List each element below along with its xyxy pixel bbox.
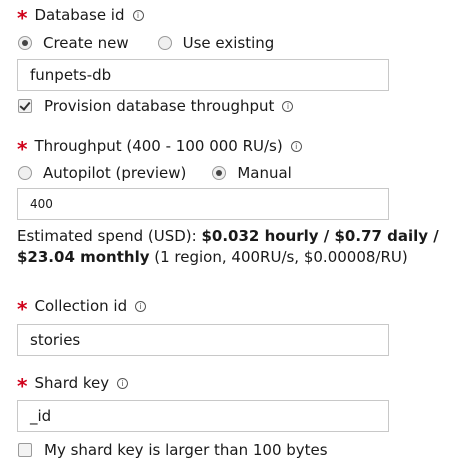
spend-suffix: (1 region, 400RU/s, $0.00008/RU)	[149, 248, 408, 266]
autopilot-label[interactable]: Autopilot (preview)	[43, 164, 186, 182]
info-icon[interactable]: i	[132, 9, 144, 21]
provision-throughput-row: Provision database throughput i	[18, 97, 294, 115]
large-shard-key-label[interactable]: My shard key is larger than 100 bytes	[44, 441, 328, 459]
use-existing-label[interactable]: Use existing	[183, 34, 275, 52]
database-mode-radio-group: Create new Use existing	[18, 34, 274, 52]
throughput-label: Throughput (400 - 100 000 RU/s)	[34, 137, 283, 155]
database-id-input[interactable]: funpets-db	[17, 59, 389, 91]
database-id-label: Database id	[34, 6, 125, 24]
manual-radio[interactable]	[212, 166, 227, 180]
info-icon[interactable]: i	[117, 377, 129, 389]
shard-key-label-row: * Shard key i	[17, 374, 129, 398]
shard-key-input[interactable]: _id	[17, 400, 389, 432]
throughput-mode-radio-group: Autopilot (preview) Manual	[18, 164, 292, 182]
manual-label[interactable]: Manual	[237, 164, 292, 182]
throughput-label-row: * Throughput (400 - 100 000 RU/s) i	[17, 137, 302, 161]
required-asterisk: *	[17, 374, 28, 398]
large-shard-key-row: My shard key is larger than 100 bytes	[18, 441, 328, 459]
create-new-radio[interactable]	[18, 36, 32, 50]
provision-throughput-label[interactable]: Provision database throughput	[44, 97, 274, 115]
required-asterisk: *	[17, 137, 28, 161]
shard-key-label: Shard key	[34, 374, 110, 392]
create-new-label[interactable]: Create new	[43, 34, 129, 52]
collection-id-label-row: * Collection id i	[17, 297, 147, 321]
provision-throughput-checkbox[interactable]	[18, 99, 32, 113]
info-icon[interactable]: i	[282, 100, 294, 112]
database-id-label-row: * Database id i	[17, 6, 144, 30]
info-icon[interactable]: i	[290, 140, 302, 152]
throughput-input[interactable]: 400	[17, 188, 389, 220]
required-asterisk: *	[17, 6, 28, 30]
large-shard-key-checkbox[interactable]	[18, 443, 32, 457]
collection-id-label: Collection id	[34, 297, 128, 315]
spend-prefix: Estimated spend (USD):	[17, 227, 202, 245]
collection-id-input[interactable]: stories	[17, 324, 389, 356]
info-icon[interactable]: i	[135, 300, 147, 312]
use-existing-radio[interactable]	[157, 36, 172, 50]
estimated-spend-text: Estimated spend (USD): $0.032 hourly / $…	[17, 226, 469, 268]
autopilot-radio[interactable]	[18, 166, 32, 180]
required-asterisk: *	[17, 297, 28, 321]
